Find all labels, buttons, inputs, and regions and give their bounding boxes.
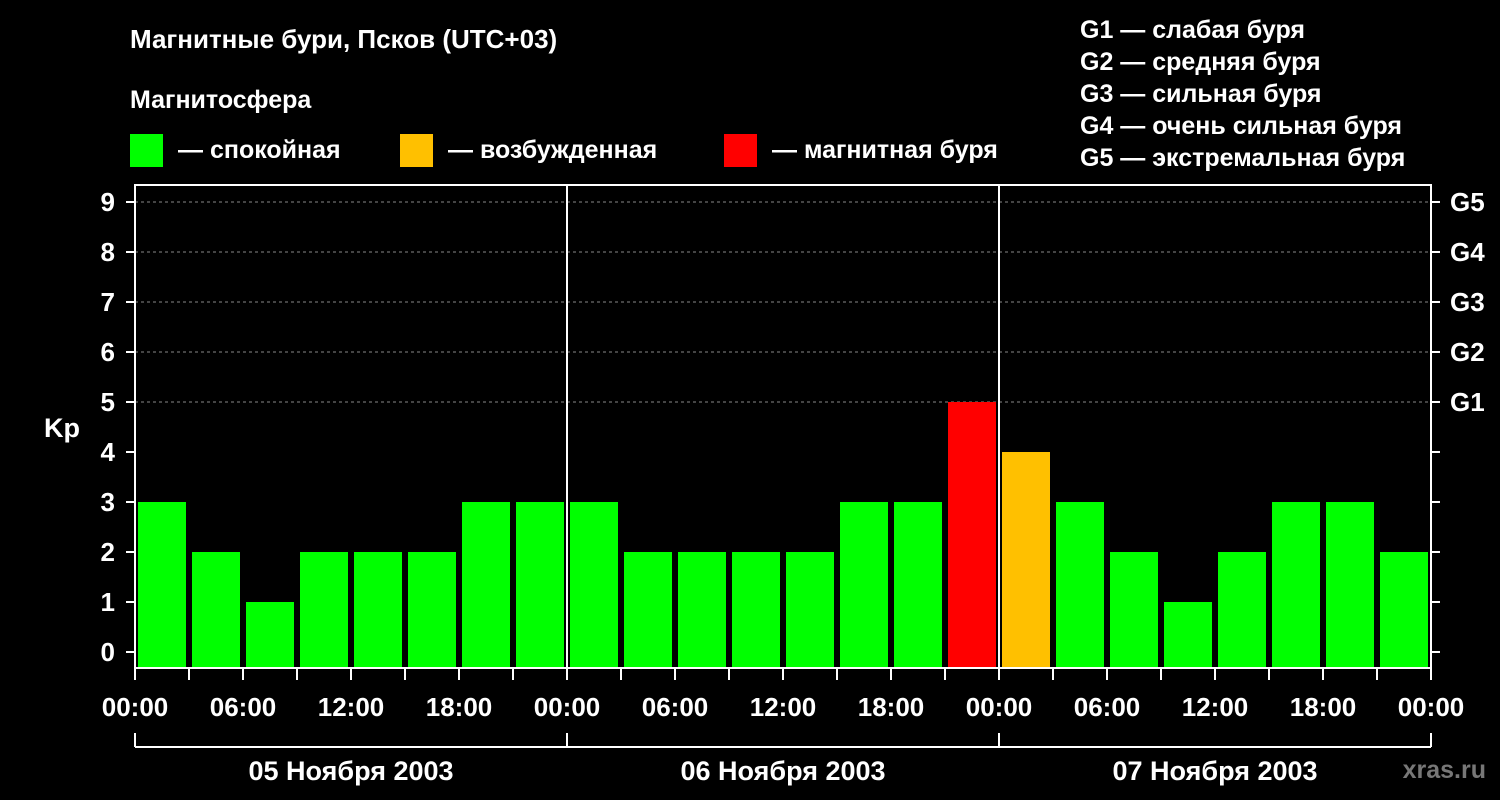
bar: [678, 552, 726, 668]
y-tick-label: 6: [101, 337, 115, 367]
y-tick-label: 1: [101, 587, 115, 617]
x-tick-label: 00:00: [1398, 692, 1465, 722]
y-tick-label: 4: [101, 437, 116, 467]
bar: [246, 602, 294, 668]
y-tick-label: 3: [101, 487, 115, 517]
bar: [354, 552, 402, 668]
x-tick-label: 00:00: [534, 692, 601, 722]
x-tick-label: 00:00: [102, 692, 169, 722]
bar: [192, 552, 240, 668]
x-tick-label: 06:00: [210, 692, 277, 722]
bar: [1164, 602, 1212, 668]
bar: [1002, 452, 1050, 668]
bar: [1272, 502, 1320, 668]
y-tick-label: 5: [101, 387, 115, 417]
bar: [786, 552, 834, 668]
bar: [408, 552, 456, 668]
x-tick-label: 06:00: [1074, 692, 1141, 722]
x-tick-label: 12:00: [750, 692, 817, 722]
y-tick-label: 0: [101, 637, 115, 667]
x-tick-label: 12:00: [318, 692, 385, 722]
watermark: xras.ru: [1402, 756, 1486, 784]
x-tick-label: 18:00: [1290, 692, 1357, 722]
y-tick-label: 8: [101, 237, 115, 267]
y-axis-label: Kp: [44, 413, 80, 443]
x-tick-label: 18:00: [426, 692, 493, 722]
bar: [1056, 502, 1104, 668]
right-tick-label: G4: [1450, 237, 1485, 267]
x-tick-label: 00:00: [966, 692, 1033, 722]
y-tick-label: 9: [101, 187, 115, 217]
bar: [1380, 552, 1428, 668]
bar: [300, 552, 348, 668]
x-tick-label: 18:00: [858, 692, 925, 722]
x-tick-label: 12:00: [1182, 692, 1249, 722]
bar: [1110, 552, 1158, 668]
right-tick-label: G3: [1450, 287, 1485, 317]
right-tick-label: G5: [1450, 187, 1485, 217]
bar: [570, 502, 618, 668]
bar: [462, 502, 510, 668]
bar: [1326, 502, 1374, 668]
bar: [732, 552, 780, 668]
bar: [1218, 552, 1266, 668]
y-tick-label: 2: [101, 537, 115, 567]
bar: [624, 552, 672, 668]
day-label: 06 Ноября 2003: [680, 756, 885, 786]
right-tick-label: G1: [1450, 387, 1485, 417]
bar: [840, 502, 888, 668]
kp-bar-chart: 0 1 2 3 4 5 6 7 8 9 G1 G2 G3 G4 G5 Kp 00:00 06:00 12:00 18:…: [44, 184, 1485, 786]
bar: [894, 502, 942, 668]
bar: [138, 502, 186, 668]
x-tick-label: 06:00: [642, 692, 709, 722]
day-label: 05 Ноября 2003: [248, 756, 453, 786]
day-label: 07 Ноября 2003: [1112, 756, 1317, 786]
right-tick-label: G2: [1450, 337, 1485, 367]
y-tick-label: 7: [101, 287, 115, 317]
bar: [948, 402, 996, 668]
bar: [516, 502, 564, 668]
